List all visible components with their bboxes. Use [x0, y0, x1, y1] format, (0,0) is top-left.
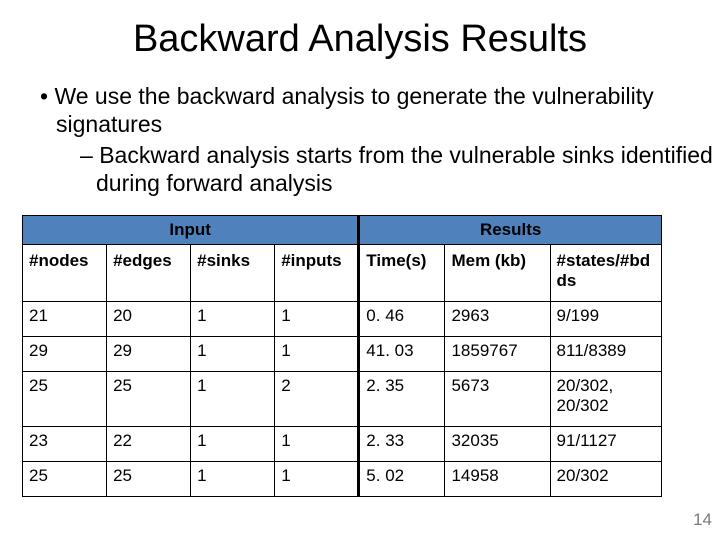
cell-time: 0. 46: [359, 302, 445, 337]
cell-mem: 1859767: [445, 337, 550, 372]
group-header-row: Input Results: [23, 216, 662, 245]
cell-edges: 29: [107, 337, 191, 372]
cell-nodes: 25: [23, 372, 107, 427]
cell-time: 2. 33: [359, 427, 445, 462]
table-row: 25 25 1 2 2. 35 5673 20/302, 20/302: [23, 372, 662, 427]
cell-time: 5. 02: [359, 462, 445, 497]
table-row: 23 22 1 1 2. 33 32035 91/1127: [23, 427, 662, 462]
cell-sinks: 1: [191, 427, 275, 462]
cell-mem: 32035: [445, 427, 550, 462]
cell-time: 2. 35: [359, 372, 445, 427]
sub-bullet-item: Backward analysis starts from the vulner…: [90, 142, 720, 197]
bullet-text: We use the backward analysis to generate…: [54, 83, 653, 137]
cell-sinks: 1: [191, 372, 275, 427]
sub-bullet-list: Backward analysis starts from the vulner…: [56, 142, 720, 197]
cell-inputs: 1: [275, 302, 359, 337]
cell-sinks: 1: [191, 462, 275, 497]
results-table: Input Results #nodes #edges #sinks #inpu…: [22, 215, 662, 497]
cell-time: 41. 03: [359, 337, 445, 372]
bullet-item: We use the backward analysis to generate…: [50, 83, 720, 197]
results-table-wrap: Input Results #nodes #edges #sinks #inpu…: [22, 215, 702, 497]
page-number: 14: [693, 510, 712, 530]
slide-title: Backward Analysis Results: [0, 18, 720, 61]
column-header-row: #nodes #edges #sinks #inputs Time(s) Mem…: [23, 245, 662, 302]
cell-states: 20/302: [550, 462, 661, 497]
table-row: 21 20 1 1 0. 46 2963 9/199: [23, 302, 662, 337]
cell-inputs: 1: [275, 337, 359, 372]
cell-mem: 14958: [445, 462, 550, 497]
col-sinks: #sinks: [191, 245, 275, 302]
cell-nodes: 29: [23, 337, 107, 372]
cell-mem: 5673: [445, 372, 550, 427]
bullet-list: We use the backward analysis to generate…: [22, 83, 720, 197]
cell-nodes: 23: [23, 427, 107, 462]
cell-sinks: 1: [191, 337, 275, 372]
cell-nodes: 25: [23, 462, 107, 497]
col-states: #states/#bdds: [550, 245, 661, 302]
cell-states: 91/1127: [550, 427, 661, 462]
col-time: Time(s): [359, 245, 445, 302]
cell-inputs: 1: [275, 427, 359, 462]
cell-states: 20/302, 20/302: [550, 372, 661, 427]
col-mem: Mem (kb): [445, 245, 550, 302]
cell-sinks: 1: [191, 302, 275, 337]
cell-mem: 2963: [445, 302, 550, 337]
col-edges: #edges: [107, 245, 191, 302]
cell-edges: 22: [107, 427, 191, 462]
table-row: 29 29 1 1 41. 03 1859767 811/8389: [23, 337, 662, 372]
group-header-results: Results: [359, 216, 662, 245]
group-header-input: Input: [23, 216, 359, 245]
cell-inputs: 1: [275, 462, 359, 497]
col-inputs: #inputs: [275, 245, 359, 302]
col-nodes: #nodes: [23, 245, 107, 302]
cell-inputs: 2: [275, 372, 359, 427]
cell-states: 811/8389: [550, 337, 661, 372]
table-row: 25 25 1 1 5. 02 14958 20/302: [23, 462, 662, 497]
cell-edges: 25: [107, 462, 191, 497]
cell-edges: 20: [107, 302, 191, 337]
sub-bullet-text: Backward analysis starts from the vulner…: [96, 142, 713, 196]
cell-nodes: 21: [23, 302, 107, 337]
cell-states: 9/199: [550, 302, 661, 337]
cell-edges: 25: [107, 372, 191, 427]
